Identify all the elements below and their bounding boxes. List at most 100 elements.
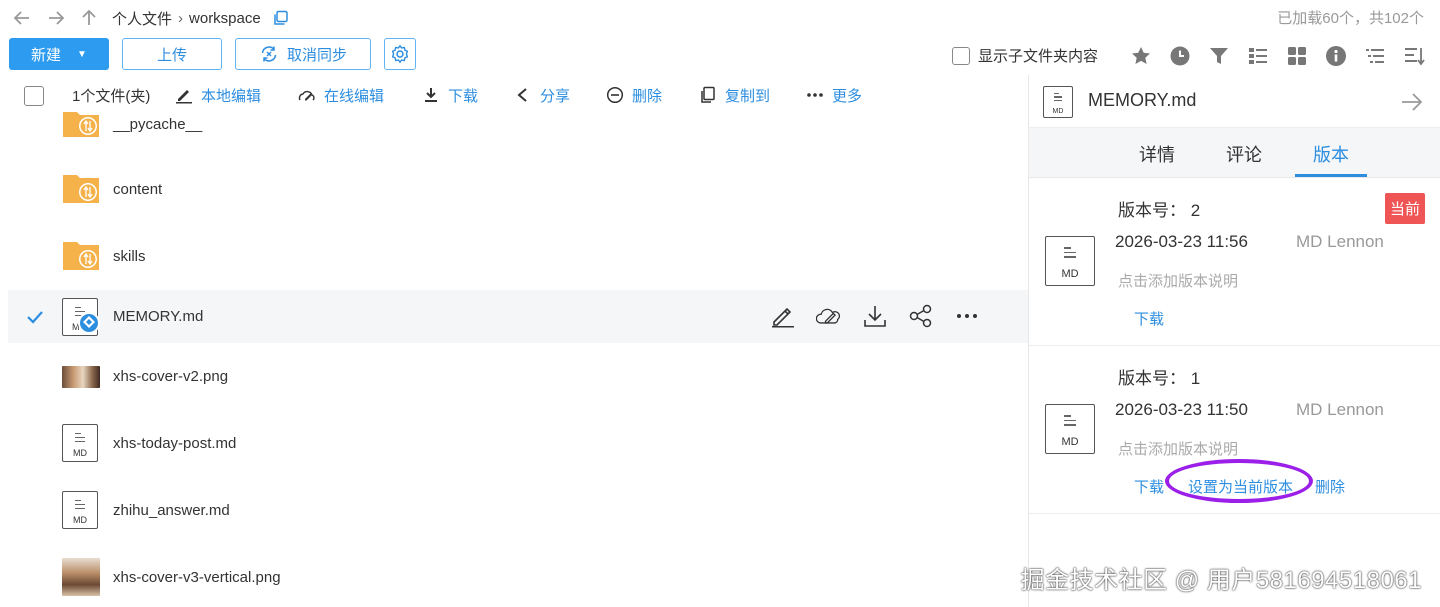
tab-comments[interactable]: 评论 — [1226, 141, 1262, 167]
file-name[interactable]: xhs-cover-v2.png — [113, 368, 228, 385]
new-button[interactable]: 新建 ▼ — [9, 38, 109, 70]
download-button[interactable]: 下载 — [422, 84, 478, 106]
file-type-label: MD — [1052, 108, 1064, 115]
grid-view-icon[interactable] — [1284, 44, 1310, 68]
file-name[interactable]: skills — [113, 248, 146, 265]
version-date: 2026-03-23 11:56 — [1115, 232, 1248, 251]
version-download-link[interactable]: 下载 — [1134, 308, 1164, 329]
md-file-icon: M — [62, 297, 100, 336]
version-date: 2026-03-23 11:50 — [1115, 400, 1248, 419]
watermark: 掘金技术社区 @ 用户581694518061 — [1020, 567, 1422, 594]
share-button[interactable]: 分享 — [514, 84, 570, 106]
local-edit-button[interactable]: 本地编辑 — [175, 84, 261, 106]
list-view-icon[interactable] — [1245, 44, 1271, 68]
select-all-checkbox[interactable] — [24, 86, 44, 106]
file-row[interactable]: MD zhihu_answer.md — [8, 477, 1028, 544]
tab-details[interactable]: 详情 — [1139, 141, 1175, 167]
back-icon[interactable] — [12, 8, 32, 28]
delete-button[interactable]: 删除 — [606, 84, 662, 106]
file-type-label: MD — [1061, 268, 1079, 280]
sort-desc-icon[interactable] — [1401, 44, 1427, 68]
version-note-input[interactable]: 点击添加版本说明 — [1118, 438, 1238, 459]
file-row[interactable]: content — [8, 156, 1028, 223]
file-row[interactable]: xhs-cover-v3-vertical.png — [8, 544, 1028, 607]
filter-icon[interactable] — [1206, 44, 1232, 68]
file-name[interactable]: content — [113, 181, 162, 198]
md-file-icon: MD — [62, 423, 100, 462]
more-button[interactable]: 更多 — [806, 84, 862, 106]
active-tab-indicator — [1295, 174, 1367, 177]
edit-icon — [175, 86, 193, 104]
online-edit-label: 在线编辑 — [324, 87, 385, 105]
online-edit-button[interactable]: 在线编辑 — [298, 84, 384, 106]
breadcrumb-root[interactable]: 个人文件 — [112, 8, 172, 29]
more-icon[interactable] — [954, 303, 980, 329]
breadcrumb: 个人文件 › workspace — [112, 8, 289, 28]
settings-button[interactable] — [384, 38, 416, 70]
version-note-input[interactable]: 点击添加版本说明 — [1118, 270, 1238, 291]
view-toolbar — [1128, 44, 1427, 68]
delete-icon — [606, 86, 624, 104]
file-name[interactable]: zhihu_answer.md — [113, 502, 230, 519]
md-file-icon: MD — [1045, 404, 1095, 454]
forward-icon[interactable] — [46, 8, 66, 28]
md-file-icon: MD — [62, 490, 100, 529]
file-name[interactable]: MEMORY.md — [113, 308, 203, 325]
download-icon[interactable] — [862, 303, 888, 329]
new-button-label: 新建 — [31, 46, 62, 64]
version-user: MD Lennon — [1296, 232, 1384, 251]
download-icon — [422, 86, 440, 104]
folder-icon — [62, 106, 100, 144]
sort-icon[interactable] — [1362, 44, 1388, 68]
show-subfolder-label: 显示子文件夹内容 — [978, 48, 1099, 65]
version-number-label: 版本号： 1 — [1118, 369, 1201, 388]
set-current-version-link[interactable]: 设置为当前版本 — [1188, 476, 1293, 497]
file-row-selected[interactable]: M MEMORY.md — [8, 289, 1028, 343]
copy-icon — [699, 86, 717, 104]
row-quick-actions — [770, 303, 980, 329]
file-row[interactable]: skills — [8, 223, 1028, 290]
more-label: 更多 — [832, 87, 863, 105]
online-edit-icon[interactable] — [816, 303, 842, 329]
info-icon[interactable] — [1323, 44, 1349, 68]
file-name[interactable]: xhs-cover-v3-vertical.png — [113, 569, 281, 586]
image-thumbnail — [62, 557, 100, 596]
cancel-sync-label: 取消同步 — [286, 46, 347, 64]
md-file-icon: MD — [1045, 236, 1095, 286]
show-subfolder-toggle[interactable]: 显示子文件夹内容 — [952, 45, 1098, 66]
file-type-label: MD — [1061, 436, 1079, 448]
upload-button[interactable]: 上传 — [122, 38, 222, 70]
breadcrumb-current: workspace — [189, 9, 261, 27]
online-edit-icon — [298, 86, 316, 104]
version-delete-link[interactable]: 删除 — [1315, 476, 1345, 497]
version-download-link[interactable]: 下载 — [1134, 476, 1164, 497]
arrow-right-icon[interactable] — [1400, 90, 1424, 114]
share-icon[interactable] — [908, 303, 934, 329]
image-thumbnail — [62, 365, 100, 404]
file-row[interactable]: __pycache__ — [8, 110, 1028, 156]
file-type-label: MD — [73, 447, 87, 458]
cancel-sync-button[interactable]: 取消同步 — [235, 38, 371, 70]
md-file-icon: MD — [1043, 86, 1073, 118]
show-subfolder-checkbox[interactable] — [952, 46, 970, 65]
check-icon[interactable] — [26, 308, 44, 326]
panel-tabs: 详情 评论 版本 — [1029, 128, 1440, 178]
tab-versions[interactable]: 版本 — [1313, 141, 1349, 167]
star-icon[interactable] — [1128, 44, 1154, 68]
upload-button-label: 上传 — [156, 46, 187, 64]
file-list: __pycache__ content skills M MEMORY.md x… — [8, 110, 1028, 607]
edit-icon[interactable] — [770, 303, 796, 329]
clock-icon[interactable] — [1167, 44, 1193, 68]
version-item: 版本号： 1 MD 2026-03-23 11:50 MD Lennon 点击添… — [1029, 346, 1440, 514]
file-name[interactable]: xhs-today-post.md — [113, 435, 236, 452]
file-row[interactable]: xhs-cover-v2.png — [8, 343, 1028, 410]
more-icon — [806, 86, 824, 104]
folder-icon — [62, 239, 100, 277]
copy-path-icon[interactable] — [273, 10, 289, 26]
copy-to-button[interactable]: 复制到 — [699, 84, 770, 106]
file-name[interactable]: __pycache__ — [113, 116, 202, 133]
file-row[interactable]: MD xhs-today-post.md — [8, 410, 1028, 477]
breadcrumb-separator: › — [178, 9, 184, 27]
chevron-down-icon: ▼ — [77, 48, 87, 60]
up-icon[interactable] — [79, 8, 99, 28]
